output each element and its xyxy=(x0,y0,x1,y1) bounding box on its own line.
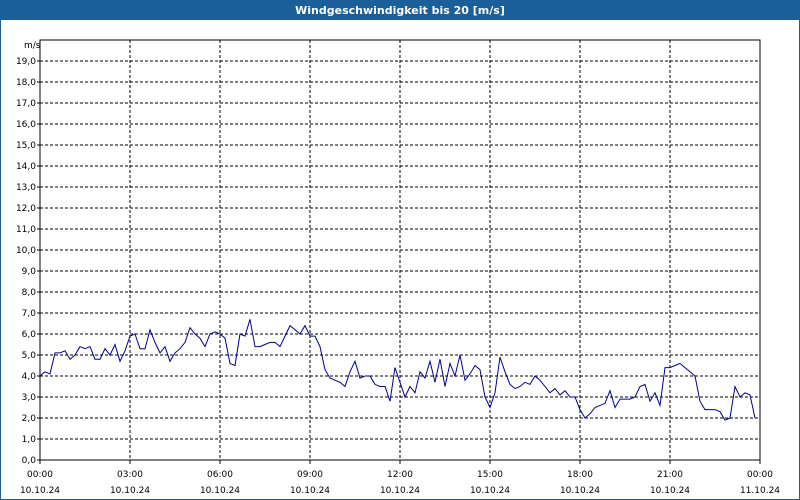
y-axis-ticks: 0,0 1,0 2,0 3,0 4,0 5,0 6,0 7,0 8,0 9,0 10,0 11,0 12… xyxy=(16,57,40,466)
y-tick-label: 8,0 xyxy=(22,288,37,298)
x-tick-date: 10.10.24 xyxy=(20,486,60,496)
y-axis-unit: m/s xyxy=(24,41,41,51)
y-tick-label: 9,0 xyxy=(22,267,37,277)
x-tick-date: 10.10.24 xyxy=(200,486,240,496)
x-tick-date: 10.10.24 xyxy=(560,486,600,496)
y-tick-label: 16,0 xyxy=(16,120,36,130)
y-tick-label: 14,0 xyxy=(16,162,36,172)
x-tick-time: 00:00 xyxy=(27,470,53,480)
x-tick-date: 11.10.24 xyxy=(740,486,780,496)
y-tick-label: 6,0 xyxy=(22,330,37,340)
x-tick-date: 10.10.24 xyxy=(380,486,420,496)
x-tick-time: 00:00 xyxy=(747,470,773,480)
y-tick-label: 3,0 xyxy=(22,393,37,403)
x-tick-time: 09:00 xyxy=(297,470,323,480)
y-tick-label: 1,0 xyxy=(22,435,37,445)
x-tick-date: 10.10.24 xyxy=(110,486,150,496)
x-tick-time: 03:00 xyxy=(117,470,143,480)
y-tick-label: 11,0 xyxy=(16,225,36,235)
x-tick-time: 15:00 xyxy=(477,470,503,480)
x-axis-ticks: 00:00 10.10.24 03:00 10.10.24 06:00 10.10.24 0… xyxy=(20,460,780,496)
y-tick-label: 5,0 xyxy=(22,351,37,361)
y-tick-label: 0,0 xyxy=(22,456,37,466)
wind-speed-chart: 0,0 1,0 2,0 3,0 4,0 5,0 6,0 7,0 8,0 9,0 10,0 11,0 12… xyxy=(16,39,780,496)
y-tick-label: 4,0 xyxy=(22,372,37,382)
x-tick-time: 18:00 xyxy=(567,470,593,480)
y-tick-label: 10,0 xyxy=(16,246,36,256)
x-tick-date: 10.10.24 xyxy=(650,486,690,496)
x-tick-time: 21:00 xyxy=(657,470,683,480)
y-tick-label: 18,0 xyxy=(16,78,36,88)
y-tick-label: 2,0 xyxy=(22,414,37,424)
y-tick-label: 12,0 xyxy=(16,204,36,214)
y-tick-label: 19,0 xyxy=(16,57,36,67)
x-tick-date: 10.10.24 xyxy=(290,486,330,496)
y-tick-label: 13,0 xyxy=(16,183,36,193)
y-tick-label: 17,0 xyxy=(16,99,36,109)
x-tick-time: 12:00 xyxy=(387,470,413,480)
x-tick-time: 06:00 xyxy=(207,470,233,480)
x-tick-date: 10.10.24 xyxy=(470,486,510,496)
y-tick-label: 15,0 xyxy=(16,141,36,151)
y-tick-label: 7,0 xyxy=(22,309,37,319)
